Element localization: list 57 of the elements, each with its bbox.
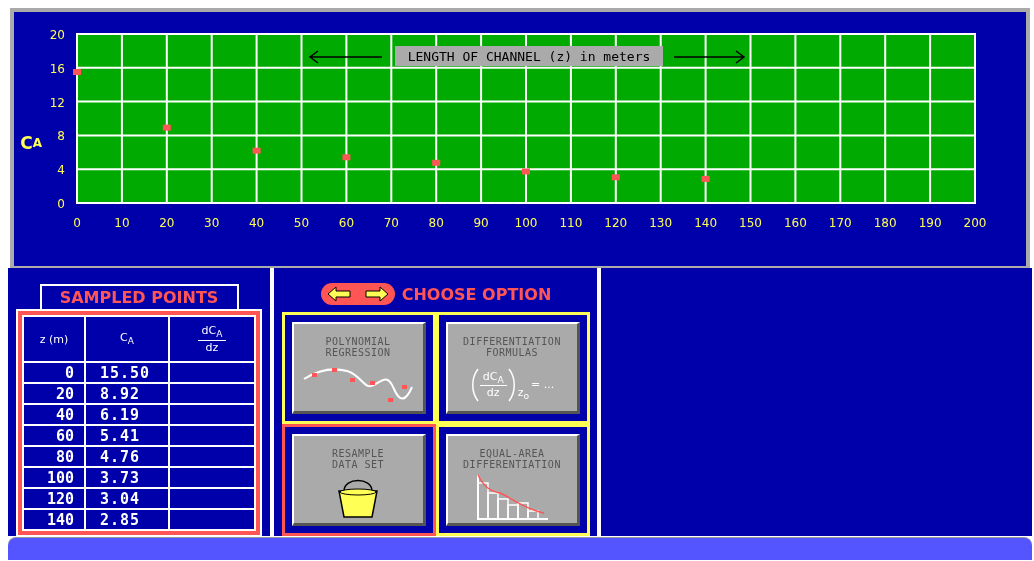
table-cell-text: 5.41 — [99, 426, 142, 445]
tick-label: 120 — [604, 216, 628, 230]
tick-label: 100 — [514, 216, 538, 230]
tick-label: 80 — [428, 216, 444, 230]
option-button[interactable]: DIFFERENTIATION FORMULAS dC$_{A}$ dz z$_{o}$ = ... — [435, 312, 590, 424]
column-header: dC$_{A}$ dz — [197, 324, 227, 354]
tick-label: 70 — [383, 216, 399, 230]
axis-title: LENGTH OF CHANNEL (z) in meters — [395, 46, 663, 66]
table-cell-text: 20 — [54, 384, 75, 403]
table-cell-text: 40 — [54, 405, 75, 424]
table-cell-text: 15.50 — [99, 363, 152, 382]
table-cell-text: 3.04 — [99, 489, 142, 508]
bar-chart-icon — [474, 472, 550, 521]
tick-label: 200 — [963, 216, 987, 230]
table-cell-text: 8.92 — [99, 384, 142, 403]
tick-label: 4 — [57, 163, 65, 178]
tick-label: 140 — [694, 216, 718, 230]
table-cell-text: 2.85 — [99, 510, 142, 529]
column-header: C$_{A}$ — [85, 316, 169, 362]
tick-label: 110 — [559, 216, 583, 230]
tick-label: 16 — [49, 61, 65, 76]
table-cell-text: 120 — [45, 489, 75, 508]
tick-label: 0 — [57, 197, 65, 211]
tick-label: 8 — [57, 129, 65, 144]
tick-label: 20 — [49, 28, 65, 42]
tick-label: 160 — [783, 216, 807, 230]
table-cell-text: 4.76 — [99, 447, 142, 466]
table-cell-text: 100 — [45, 468, 75, 487]
column-header: z (m) — [23, 316, 85, 362]
panel-title: CHOOSE OPTION — [401, 284, 552, 304]
tick-label: 190 — [918, 216, 942, 230]
tick-label: 10 — [114, 216, 130, 230]
tick-label: 50 — [293, 216, 310, 230]
tick-label: 30 — [204, 216, 220, 230]
tick-label: 60 — [338, 216, 355, 230]
arrows-icon[interactable] — [319, 282, 396, 306]
table-cell-text: 0 — [63, 363, 75, 382]
tick-label: 170 — [828, 216, 852, 230]
option-button[interactable]: EQUAL-AREA DIFFERENTIATION — [435, 424, 590, 536]
formula: dC$_{A}$ dz z$_{o}$ = ... — [469, 367, 555, 402]
tick-label: 40 — [248, 216, 265, 230]
tick-label: 90 — [473, 216, 489, 230]
table-cell-text: 6.19 — [99, 405, 142, 424]
tick-label: 20 — [159, 216, 175, 230]
parenthesis-icon — [507, 367, 516, 402]
option-button[interactable]: RESAMPLE DATA SET — [281, 424, 436, 536]
table-cell-text: 3.73 — [99, 468, 142, 487]
table-cell-text: 140 — [45, 510, 75, 529]
tick-label: 150 — [739, 216, 762, 230]
tick-label: 12 — [49, 95, 65, 110]
option-button[interactable]: POLYNOMIAL REGRESSION — [281, 312, 436, 424]
tick-label: 0 — [73, 216, 81, 230]
table-cell-text: 80 — [54, 447, 75, 466]
parenthesis-icon — [470, 367, 479, 402]
tick-label: 130 — [649, 216, 673, 230]
table-cell-text: 60 — [54, 426, 75, 445]
tick-label: 180 — [873, 216, 897, 230]
